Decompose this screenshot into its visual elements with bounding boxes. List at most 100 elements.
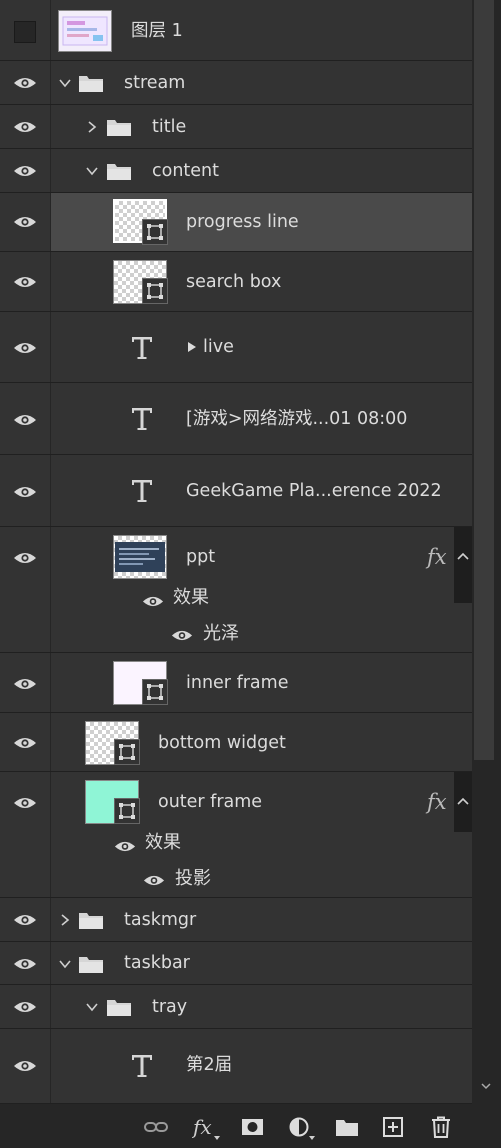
layers-toolbar: fx	[0, 1105, 501, 1148]
smart-object-icon	[142, 679, 168, 705]
layer-row-ppt[interactable]: ppt fx 效果 光泽	[0, 527, 472, 653]
layer-row-tray[interactable]: tray	[0, 985, 472, 1029]
svg-text:fx: fx	[192, 1115, 212, 1139]
layer-name[interactable]: progress line	[186, 211, 299, 233]
folder-icon	[107, 164, 131, 180]
effects-toggle[interactable]	[454, 772, 472, 832]
layer-row-taskbar[interactable]: taskbar	[0, 942, 472, 985]
chevron-down-icon[interactable]	[59, 958, 71, 970]
visibility-column	[0, 0, 51, 60]
eye-icon[interactable]	[13, 1059, 37, 1073]
layer-name[interactable]: 第2届	[186, 1054, 232, 1076]
new-group-icon[interactable]	[334, 1115, 360, 1139]
effects-label[interactable]: 效果	[173, 587, 209, 609]
layer-name[interactable]: taskmgr	[124, 909, 196, 931]
layer-name[interactable]: tray	[152, 996, 187, 1018]
gloss-eye-icon[interactable]	[171, 629, 193, 642]
link-icon[interactable]	[143, 1115, 169, 1139]
eye-icon[interactable]	[13, 485, 37, 499]
layer-row-second[interactable]: 第2届	[0, 1029, 472, 1104]
eye-icon[interactable]	[13, 957, 37, 971]
smart-object-icon	[114, 739, 140, 765]
layers-panel: 图层 1 stream title content progress line …	[0, 0, 472, 1104]
layer-row-bottom-widget[interactable]: bottom widget	[0, 713, 472, 772]
text-layer-icon	[132, 1055, 152, 1077]
eye-icon[interactable]	[13, 913, 37, 927]
layer-row-title[interactable]: title	[0, 105, 472, 149]
scrollbar-thumb[interactable]	[474, 0, 494, 760]
eye-icon[interactable]	[13, 76, 37, 90]
eye-icon[interactable]	[13, 551, 37, 565]
chevron-down-icon[interactable]	[86, 1001, 98, 1013]
eye-icon[interactable]	[13, 677, 37, 691]
layer-name[interactable]: search box	[186, 271, 281, 293]
play-triangle-icon	[188, 342, 196, 352]
new-layer-icon[interactable]	[381, 1115, 407, 1139]
folder-icon	[79, 76, 103, 92]
layer-name[interactable]: outer frame	[158, 791, 262, 813]
folder-icon	[107, 1000, 131, 1016]
layer-row-inner-frame[interactable]: inner frame	[0, 653, 472, 713]
chevron-right-icon[interactable]	[86, 121, 98, 133]
layer-name[interactable]: [游戏>网络游戏...01 08:00	[186, 408, 407, 430]
layer-row-search-box[interactable]: search box	[0, 252, 472, 312]
layer-row-progress-line[interactable]: progress line	[0, 193, 472, 252]
layer-name[interactable]: stream	[124, 72, 185, 94]
layer-row-stream[interactable]: stream	[0, 61, 472, 105]
adjustment-icon[interactable]	[288, 1115, 315, 1140]
layer-name[interactable]: inner frame	[186, 672, 288, 694]
layer-thumbnail	[113, 535, 167, 579]
trash-icon[interactable]	[428, 1115, 454, 1139]
eye-icon[interactable]	[13, 413, 37, 427]
shadow-effect-label[interactable]: 投影	[175, 868, 211, 890]
smart-object-icon	[114, 798, 140, 824]
eye-icon[interactable]	[13, 736, 37, 750]
layer-row-taskmgr[interactable]: taskmgr	[0, 898, 472, 942]
text-layer-icon	[132, 480, 152, 502]
layer-name[interactable]: taskbar	[124, 952, 190, 974]
layer-row-geekgame[interactable]: GeekGame Pla...erence 2022	[0, 455, 472, 527]
layer-name[interactable]: ppt	[186, 546, 215, 568]
gloss-effect-label[interactable]: 光泽	[203, 623, 239, 645]
eye-icon[interactable]	[13, 164, 37, 178]
fx-indicator[interactable]: fx	[427, 790, 447, 814]
eye-icon[interactable]	[13, 275, 37, 289]
eye-icon[interactable]	[13, 215, 37, 229]
visibility-checkbox[interactable]	[14, 21, 36, 43]
layer-row-top[interactable]: 图层 1	[0, 0, 472, 61]
layer-row-content[interactable]: content	[0, 149, 472, 193]
effects-toggle[interactable]	[454, 527, 472, 603]
layer-row-outer-frame[interactable]: outer frame fx 效果 投影	[0, 772, 472, 898]
effects-eye-icon[interactable]	[114, 840, 136, 853]
smart-object-icon	[142, 219, 168, 245]
chevron-down-icon[interactable]	[59, 77, 71, 89]
layer-thumbnail	[58, 10, 112, 52]
shadow-eye-icon[interactable]	[143, 874, 165, 887]
folder-icon	[79, 913, 103, 929]
layer-name[interactable]: bottom widget	[158, 732, 286, 754]
layer-name[interactable]: title	[152, 116, 186, 138]
layer-name[interactable]: 图层 1	[131, 20, 183, 42]
chevron-right-icon[interactable]	[59, 914, 71, 926]
layer-row-live[interactable]: live	[0, 312, 472, 383]
fx-indicator[interactable]: fx	[427, 545, 447, 569]
eye-icon[interactable]	[13, 1000, 37, 1014]
layer-name[interactable]: content	[152, 160, 219, 182]
layer-name[interactable]: live	[203, 336, 234, 358]
chevron-down-icon[interactable]	[86, 165, 98, 177]
layer-row-game-text[interactable]: [游戏>网络游戏...01 08:00	[0, 383, 472, 455]
scroll-down-icon[interactable]	[480, 1080, 492, 1092]
fx-icon[interactable]: fx	[192, 1115, 220, 1140]
chevron-up-icon	[457, 552, 469, 560]
effects-eye-icon[interactable]	[142, 595, 164, 608]
layer-name[interactable]: GeekGame Pla...erence 2022	[186, 480, 442, 502]
chevron-up-icon	[457, 797, 469, 805]
text-layer-icon	[132, 337, 152, 359]
eye-icon[interactable]	[13, 120, 37, 134]
eye-icon[interactable]	[13, 796, 37, 810]
effects-label[interactable]: 效果	[145, 832, 181, 854]
smart-object-icon	[142, 278, 168, 304]
mask-icon[interactable]	[240, 1115, 266, 1139]
folder-icon	[79, 957, 103, 973]
eye-icon[interactable]	[13, 341, 37, 355]
